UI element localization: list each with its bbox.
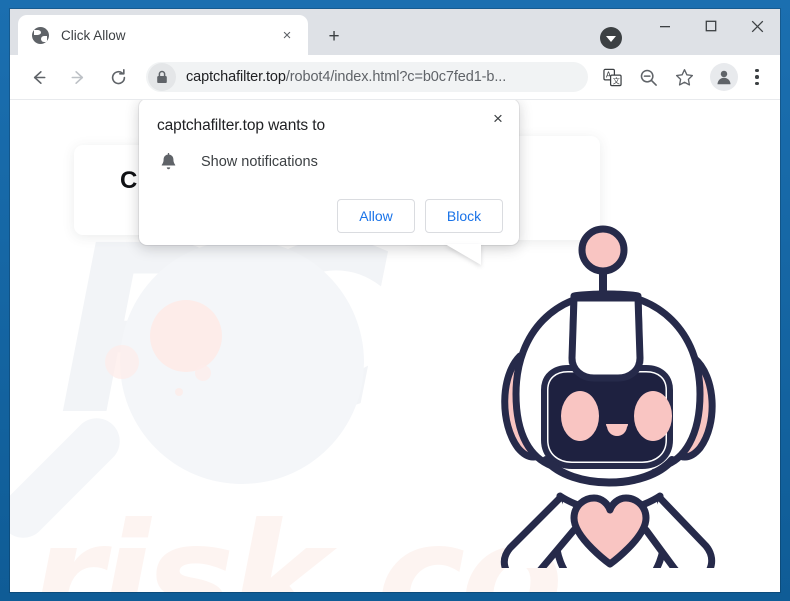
- window-close-button[interactable]: [734, 9, 780, 43]
- window-controls: [642, 9, 780, 55]
- tab-strip: Click Allow × +: [10, 9, 780, 55]
- close-icon[interactable]: ×: [485, 105, 511, 131]
- svg-text:文: 文: [612, 76, 619, 85]
- menu-dot: [755, 81, 759, 86]
- profile-avatar[interactable]: [710, 63, 738, 91]
- block-button[interactable]: Block: [425, 199, 503, 233]
- permission-dialog-title: captchafilter.top wants to: [157, 117, 325, 134]
- browser-tab[interactable]: Click Allow ×: [18, 15, 308, 55]
- address-bar-path: /robot4/index.html?c=b0c7fed1-b...: [285, 69, 507, 85]
- dialog-pointer-tail: [445, 244, 481, 265]
- menu-dot: [755, 75, 759, 79]
- browser-toolbar: captchafilter.top/robot4/index.html?c=b0…: [10, 55, 780, 100]
- magnifier-lens: [120, 240, 364, 484]
- browser-window: Click Allow × + captchafilter.top/robot4…: [10, 9, 780, 592]
- page-viewport: PC risk.co Cl × captchafilter.top wants …: [10, 100, 780, 592]
- window-maximize-button[interactable]: [688, 9, 734, 43]
- notification-permission-dialog: × captchafilter.top wants to Show notifi…: [139, 100, 519, 265]
- watermark-risk: risk.co: [30, 492, 563, 592]
- permission-dialog-actions: Allow Block: [155, 199, 503, 233]
- decor-blob: [150, 300, 222, 372]
- screen: Click Allow × + captchafilter.top/robot4…: [0, 0, 790, 601]
- decor-blob: [175, 388, 183, 396]
- magnifier-handle: [10, 408, 130, 548]
- lock-icon[interactable]: [148, 63, 176, 91]
- back-button[interactable]: [22, 61, 54, 93]
- zoom-out-icon[interactable]: [633, 62, 663, 92]
- address-bar-host: captchafilter.top: [186, 69, 286, 85]
- globe-icon: [32, 26, 49, 44]
- download-indicator-icon[interactable]: [600, 27, 622, 49]
- permission-row: Show notifications: [155, 151, 503, 173]
- forward-button[interactable]: [62, 61, 94, 93]
- window-minimize-button[interactable]: [642, 9, 688, 43]
- translate-icon[interactable]: A 文: [597, 62, 627, 92]
- address-bar-url: captchafilter.top/robot4/index.html?c=b0…: [186, 69, 506, 85]
- chevron-down-icon: [606, 35, 616, 42]
- tab-title: Click Allow: [61, 27, 126, 43]
- menu-dot: [755, 68, 759, 73]
- address-bar[interactable]: captchafilter.top/robot4/index.html?c=b0…: [146, 62, 588, 92]
- decor-blob: [195, 365, 211, 381]
- new-tab-button[interactable]: +: [320, 23, 348, 51]
- permission-label: Show notifications: [201, 154, 318, 170]
- tab-close-button[interactable]: ×: [276, 24, 298, 46]
- reload-button[interactable]: [102, 61, 134, 93]
- robot-mascot-illustration: [488, 208, 758, 592]
- bookmark-star-icon[interactable]: [669, 62, 699, 92]
- chrome-menu-button[interactable]: [744, 62, 770, 92]
- magnifier-watermark-icon: [10, 240, 392, 560]
- decor-blob: [105, 345, 139, 379]
- allow-button[interactable]: Allow: [337, 199, 415, 233]
- bell-icon: [157, 151, 179, 173]
